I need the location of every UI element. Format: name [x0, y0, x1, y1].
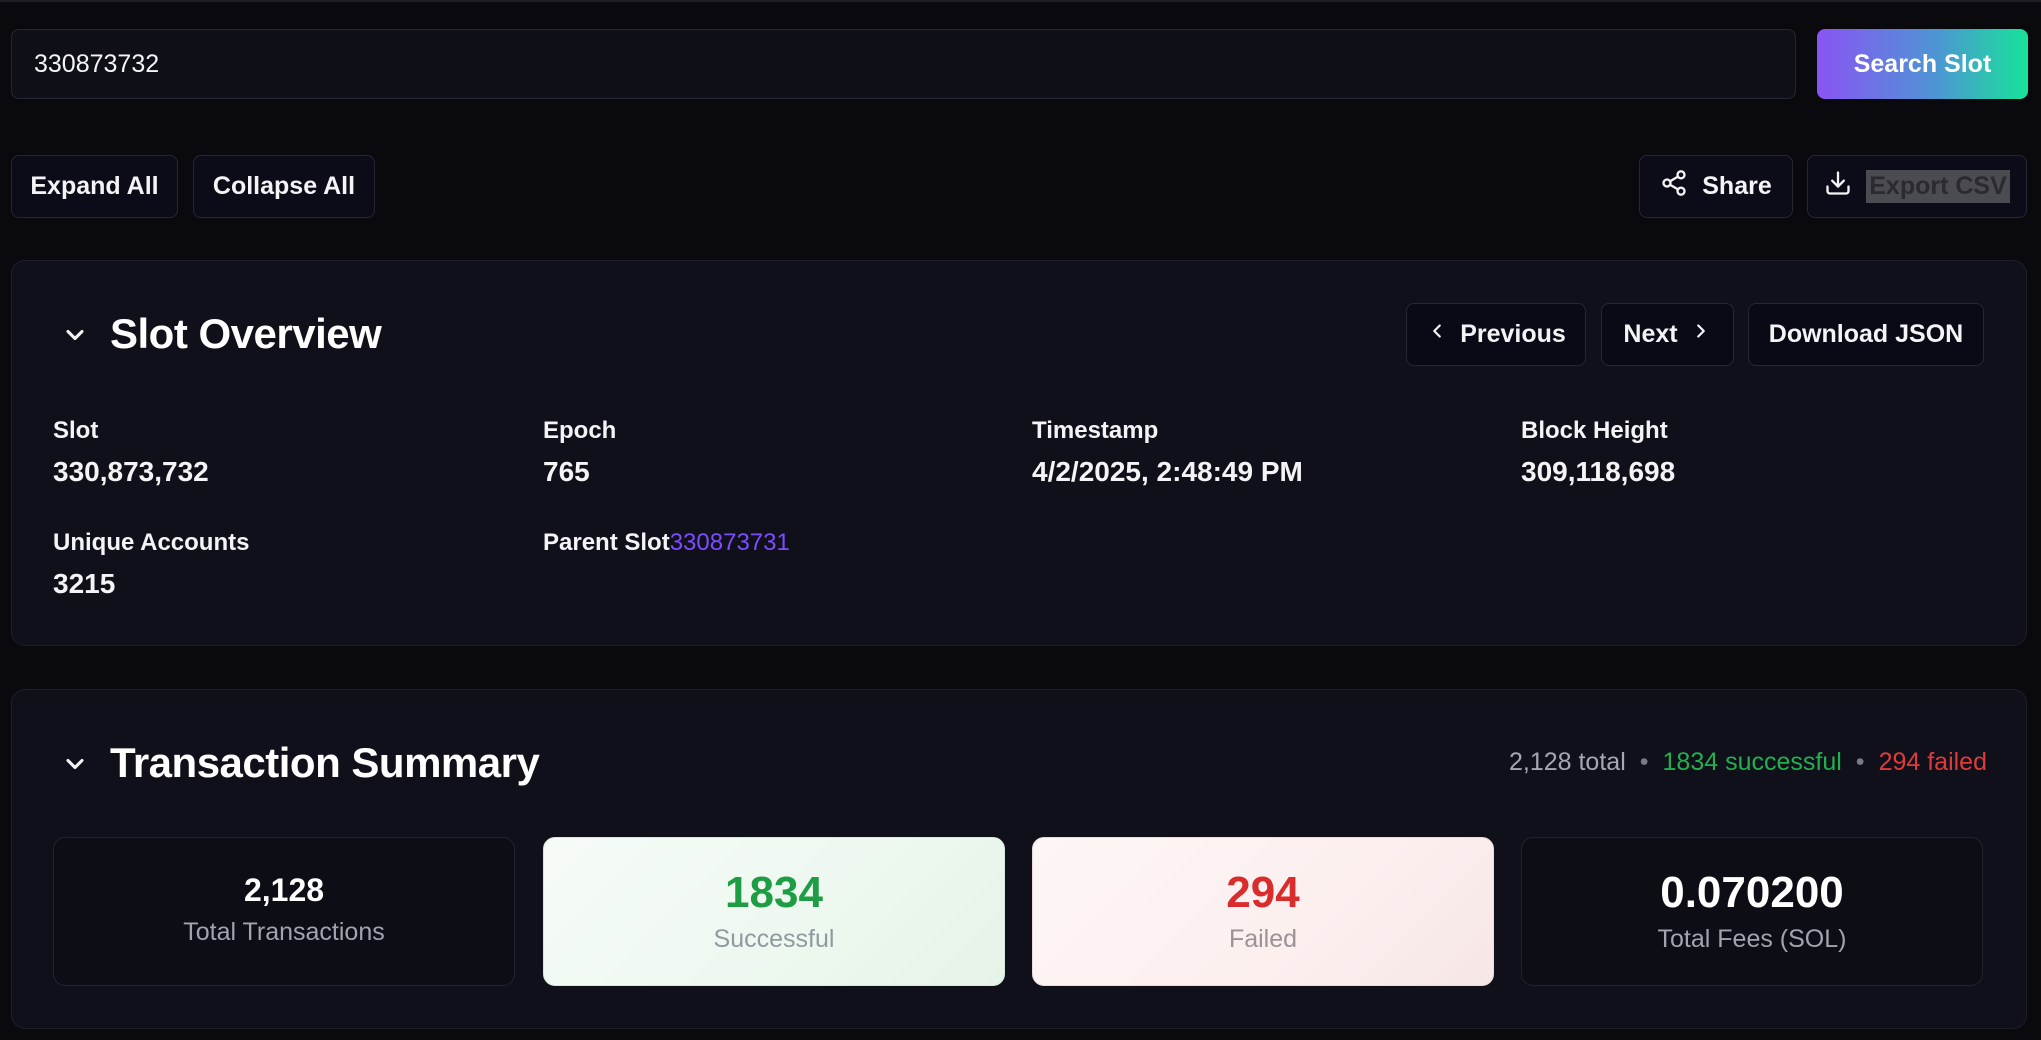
unique-accounts-value: 3215 [53, 568, 116, 599]
successful-caption: Successful [713, 925, 835, 953]
successful-value: 1834 [725, 868, 823, 917]
timestamp-label: Timestamp [1032, 417, 1159, 444]
chevron-down-icon[interactable] [61, 321, 89, 349]
failed-card: 294 Failed [1032, 837, 1494, 986]
block-height-label: Block Height [1521, 417, 1668, 444]
timestamp-value: 4/2/2025, 2:48:49 PM [1032, 456, 1303, 487]
failed-caption: Failed [1228, 925, 1298, 953]
slot-overview-title: Slot Overview [110, 310, 382, 357]
chevron-left-icon [1426, 320, 1448, 349]
successful-stat: 1834 successful [1662, 748, 1842, 776]
total-transactions-value: 2,128 [243, 872, 325, 908]
total-fees-value: 0.070200 [1660, 868, 1844, 917]
chevron-down-icon[interactable] [61, 750, 89, 778]
parent-slot-label: Parent Slot [543, 529, 670, 556]
share-label: Share [1702, 172, 1772, 200]
download-json-button[interactable]: Download JSON [1748, 303, 1984, 366]
total-stat: 2,128 total [1508, 748, 1626, 776]
successful-card: 1834 Successful [543, 837, 1005, 986]
transaction-stats: 2,128 total • 1834 successful • 294 fail… [1509, 748, 1987, 777]
slot-value: 330,873,732 [53, 456, 209, 487]
epoch-value: 765 [543, 456, 590, 487]
chevron-right-icon [1690, 320, 1712, 349]
collapse-all-button[interactable]: Collapse All [193, 155, 375, 218]
previous-label: Previous [1460, 320, 1566, 348]
next-label: Next [1623, 320, 1678, 348]
next-button[interactable]: Next [1601, 303, 1734, 366]
download-icon [1824, 169, 1852, 204]
share-icon [1660, 169, 1688, 204]
unique-accounts-label: Unique Accounts [53, 529, 250, 556]
total-fees-caption: Total Fees (SOL) [1657, 925, 1847, 953]
top-divider [0, 0, 2041, 2]
total-transactions-card: 2,128 Total Transactions [53, 837, 515, 986]
slot-label: Slot [53, 417, 99, 444]
failed-stat: 294 failed [1878, 748, 1987, 776]
export-csv-button[interactable]: Export CSV [1807, 155, 2027, 218]
parent-slot-link[interactable]: 330873731 [670, 529, 790, 556]
share-button[interactable]: Share [1639, 155, 1793, 218]
transaction-summary-title: Transaction Summary [110, 739, 540, 786]
epoch-label: Epoch [543, 417, 617, 444]
block-height-value: 309,118,698 [1521, 456, 1676, 487]
failed-value: 294 [1226, 868, 1300, 917]
export-csv-label: Export CSV [1866, 170, 2010, 203]
separator-dot: • [1639, 748, 1649, 776]
parent-slot-row: Parent Slot330873731 [543, 529, 790, 557]
previous-button[interactable]: Previous [1406, 303, 1586, 366]
search-slot-button[interactable]: Search Slot [1817, 29, 2028, 99]
separator-dot: • [1855, 748, 1865, 776]
total-transactions-caption: Total Transactions [183, 918, 385, 946]
slot-search-input[interactable] [11, 29, 1796, 99]
total-fees-card: 0.070200 Total Fees (SOL) [1521, 837, 1983, 986]
expand-all-button[interactable]: Expand All [11, 155, 178, 218]
